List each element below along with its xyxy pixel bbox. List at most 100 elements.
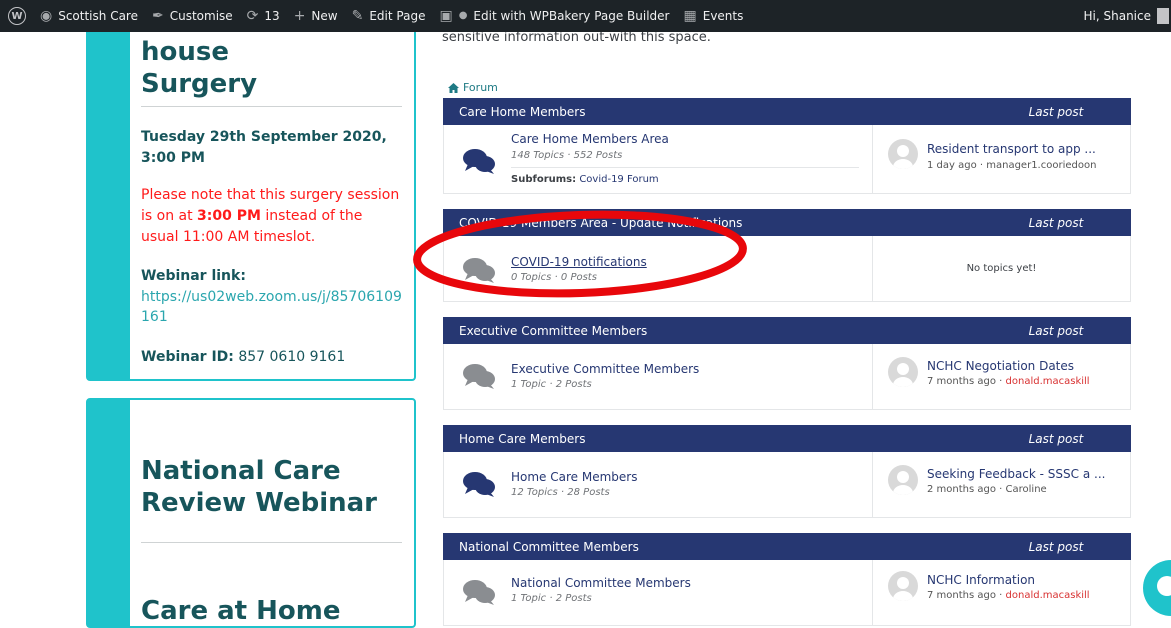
webinar-link-label: Webinar link:: [141, 268, 246, 284]
wpbakery-label: Edit with WPBakery Page Builder: [473, 9, 670, 23]
updates-icon: ⟳: [246, 8, 259, 24]
last-post-time: 1 day ago ·: [927, 160, 987, 171]
my-account-menu[interactable]: Hi, Shanice: [1084, 0, 1171, 32]
last-post-author[interactable]: donald.macaskill: [1006, 376, 1090, 387]
plus-icon: +: [293, 8, 306, 24]
chat-icon: [1157, 576, 1171, 596]
forum-bubbles-icon: [463, 364, 495, 389]
forum-group-header: Home Care Members Last post: [443, 425, 1131, 452]
last-post-title[interactable]: NCHC Negotiation Dates: [927, 359, 1074, 373]
forum-title[interactable]: Home Care Members: [511, 470, 637, 484]
column-divider: [872, 452, 873, 517]
subforum-link[interactable]: Covid-19 Forum: [579, 174, 658, 185]
edit-page-label: Edit Page: [369, 9, 426, 23]
forum-row: COVID-19 notifications 0 Topics · 0 Post…: [443, 236, 1131, 302]
group-title: Home Care Members: [459, 431, 586, 446]
last-post-heading: Last post: [1028, 215, 1084, 230]
avatar: [888, 571, 918, 601]
forum-title[interactable]: COVID-19 notifications: [511, 255, 647, 269]
column-divider: [872, 560, 873, 625]
forum-group-executive: Executive Committee Members Last post Ex…: [443, 317, 1131, 410]
forum-bubbles-icon: [463, 580, 495, 605]
updates-count: 13: [264, 9, 280, 23]
new-content-menu[interactable]: + New: [294, 9, 338, 23]
forum-bubbles-icon: [463, 472, 495, 497]
forum-group-national-committee: National Committee Members Last post Nat…: [443, 533, 1131, 626]
forum-meta: 12 Topics · 28 Posts: [511, 487, 610, 498]
last-post-heading: Last post: [1028, 431, 1084, 446]
group-title: Executive Committee Members: [459, 323, 648, 338]
forum-group-header: Executive Committee Members Last post: [443, 317, 1131, 344]
webinar-id-label: Webinar ID:: [141, 349, 234, 365]
forum-title[interactable]: Care Home Members Area: [511, 132, 669, 146]
forum-group-care-home: Care Home Members Last post Care Home Me…: [443, 98, 1131, 194]
event-date: Tuesday 29th September 2020, 3:00 PM: [141, 129, 387, 166]
last-post-author[interactable]: manager1.cooriedoon: [986, 160, 1096, 171]
last-post-title[interactable]: NCHC Information: [927, 573, 1035, 587]
forum-bubbles-icon: [463, 149, 495, 174]
wpbakery-link[interactable]: ▣ ● Edit with WPBakery Page Builder: [439, 9, 669, 23]
wp-logo-menu[interactable]: W: [8, 7, 26, 25]
wpbakery-icon: ▣: [439, 8, 453, 24]
site-name-label: Scottish Care: [58, 9, 138, 23]
subforums-label: Subforums:: [511, 174, 577, 185]
last-post-title[interactable]: Resident transport to app ...: [927, 142, 1096, 156]
pencil-icon: ✎: [351, 8, 364, 24]
column-divider: [872, 125, 873, 193]
wordpress-icon: W: [8, 7, 26, 25]
breadcrumb-forum[interactable]: Forum: [463, 81, 498, 94]
updates-link[interactable]: ⟳ 13: [247, 9, 280, 23]
last-post-time: 7 months ago ·: [927, 376, 1006, 387]
forum-meta: 0 Topics · 0 Posts: [511, 272, 597, 283]
last-post-author[interactable]: donald.macaskill: [1006, 590, 1090, 601]
events-menu[interactable]: ▦ Events: [684, 9, 744, 23]
last-post-author[interactable]: Caroline: [1006, 484, 1047, 495]
forum-group-covid19: COVID-19 Members Area - Update Notificat…: [443, 209, 1131, 302]
home-icon: [448, 82, 459, 93]
group-title: National Committee Members: [459, 539, 639, 554]
forum-title[interactable]: National Committee Members: [511, 576, 691, 590]
event-title: Surgery: [141, 69, 258, 99]
forum-group-header: National Committee Members Last post: [443, 533, 1131, 560]
site-name-menu[interactable]: ◉ Scottish Care: [40, 9, 138, 23]
breadcrumb[interactable]: Forum: [448, 81, 498, 94]
event-card-review-webinar: National Care Review Webinar Care at Hom…: [86, 398, 416, 628]
last-post-time: 2 months ago ·: [927, 484, 1006, 495]
last-post-meta: 1 day ago · manager1.cooriedoon: [927, 160, 1096, 171]
forum-meta: 148 Topics · 552 Posts: [511, 150, 623, 161]
new-label: New: [311, 9, 338, 23]
card-divider: [141, 542, 402, 543]
row-divider: [511, 167, 859, 168]
forum-group-header: Care Home Members Last post: [443, 98, 1131, 125]
webinar-id: Webinar ID: 857 0610 9161: [141, 349, 402, 365]
chat-widget-button[interactable]: [1143, 560, 1171, 616]
forum-row: Home Care Members 12 Topics · 28 Posts S…: [443, 452, 1131, 518]
greeting-label: Hi, Shanice: [1083, 9, 1151, 23]
avatar: [888, 139, 918, 169]
no-topics-text: No topics yet!: [966, 263, 1037, 274]
event-note: Please note that this surgery session is…: [141, 185, 402, 248]
forum-group-header: COVID-19 Members Area - Update Notificat…: [443, 209, 1131, 236]
webinar-link[interactable]: https://us02web.zoom.us/j/85706109161: [141, 287, 402, 327]
events-label: Events: [702, 9, 744, 23]
webinar-id-value: 857 0610 9161: [233, 349, 346, 365]
subforums: Subforums: Covid-19 Forum: [511, 174, 659, 185]
brush-icon: ✒: [151, 8, 164, 24]
group-title: Care Home Members: [459, 104, 586, 119]
last-post-title[interactable]: Seeking Feedback - SSSC a ...: [927, 467, 1105, 481]
event-title-review: National Care Review Webinar: [141, 456, 378, 518]
avatar: [888, 465, 918, 495]
forum-title[interactable]: Executive Committee Members: [511, 362, 699, 376]
last-post-meta: 7 months ago · donald.macaskill: [927, 590, 1090, 601]
dashboard-icon: ◉: [40, 8, 53, 24]
wp-admin-bar: W ◉ Scottish Care ✒ Customise ⟳ 13 + New…: [0, 0, 1171, 32]
status-dot-icon: ●: [458, 10, 468, 21]
forum-meta: 1 Topic · 2 Posts: [511, 379, 592, 390]
customise-link[interactable]: ✒ Customise: [152, 9, 233, 23]
event-title-next: Care at Home: [141, 596, 341, 626]
last-post-time: 7 months ago ·: [927, 590, 1006, 601]
edit-page-link[interactable]: ✎ Edit Page: [352, 9, 426, 23]
customise-label: Customise: [169, 9, 233, 23]
group-title: COVID-19 Members Area - Update Notificat…: [459, 215, 743, 230]
event-card-surgery: Covid-19 In-house Surgery Tuesday 29th S…: [86, 0, 416, 381]
